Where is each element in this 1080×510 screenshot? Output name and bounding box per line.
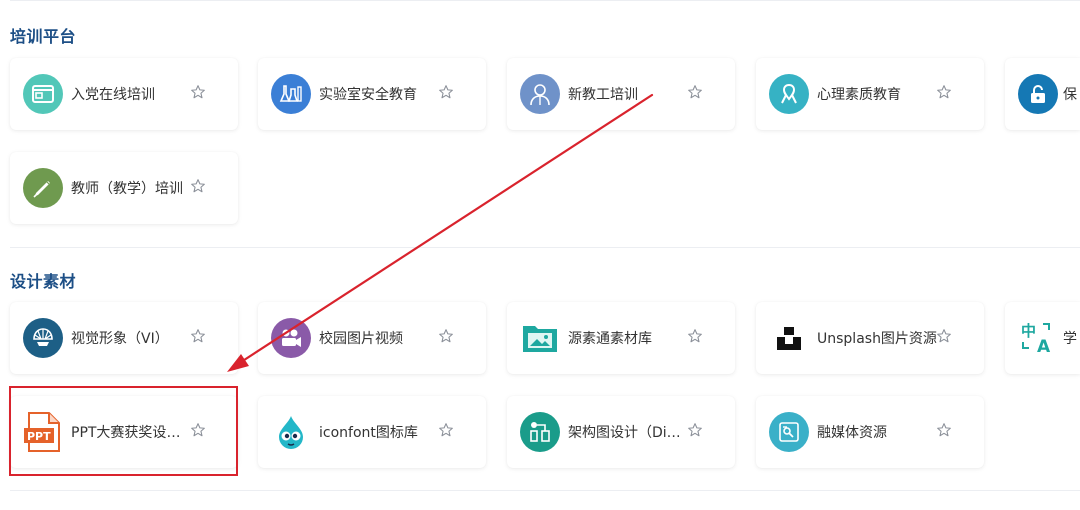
favorite-star-icon[interactable] [687, 328, 703, 344]
favorite-star-icon[interactable] [438, 422, 454, 438]
card-label: 融媒体资源 [817, 425, 887, 441]
card-party-training[interactable]: 入党在线培训 [10, 58, 238, 130]
card-label: 源素通素材库 [568, 331, 652, 347]
card-label: Unsplash图片资源 [817, 331, 937, 347]
card-media-resources[interactable]: 融媒体资源 [756, 396, 984, 468]
section-title-design-assets: 设计素材 [10, 272, 77, 291]
card-label: 新教工培训 [568, 87, 638, 103]
favorite-star-icon[interactable] [190, 84, 206, 100]
card-label: 视觉形象（VI） [71, 331, 169, 347]
card-label: 架构图设计（Diagrams） [568, 425, 684, 441]
card-campus-photos-videos[interactable]: 校园图片视频 [258, 302, 486, 374]
top-divider [10, 0, 1080, 1]
card-lab-safety[interactable]: 实验室安全教育 [258, 58, 486, 130]
card-iconfont[interactable]: iconfont图标库 [258, 396, 486, 468]
card-label: 校园图片视频 [319, 331, 403, 347]
card-material-library[interactable]: 源素通素材库 [507, 302, 735, 374]
camera-video-icon [271, 318, 311, 358]
favorite-star-icon[interactable] [936, 422, 952, 438]
svg-text:A: A [1037, 337, 1051, 356]
lab-flask-icon [271, 74, 311, 114]
iconfont-mascot-icon [271, 412, 311, 452]
favorite-star-icon[interactable] [190, 328, 206, 344]
favorite-star-icon[interactable] [438, 328, 454, 344]
card-new-staff-training[interactable]: 新教工培训 [507, 58, 735, 130]
shell-emblem-icon [23, 318, 63, 358]
card-visual-identity[interactable]: 视觉形象（VI） [10, 302, 238, 374]
folder-image-icon [520, 318, 560, 358]
favorite-star-icon[interactable] [936, 328, 952, 344]
card-label: 教师（教学）培训 [71, 181, 183, 197]
card-unsplash[interactable]: Unsplash图片资源 [756, 302, 984, 374]
section-divider [10, 247, 1080, 248]
card-label: 实验室安全教育 [319, 87, 417, 103]
lock-icon [1018, 74, 1058, 114]
media-resource-icon [769, 412, 809, 452]
card-label: 心理素质教育 [817, 87, 901, 103]
card-architecture-diagrams[interactable]: 架构图设计（Diagrams） [507, 396, 735, 468]
highlight-box [9, 386, 238, 476]
card-label: iconfont图标库 [319, 425, 418, 441]
pen-icon [23, 168, 63, 208]
card-label: 学 [1063, 331, 1077, 347]
favorite-star-icon[interactable] [687, 84, 703, 100]
card-psychology-education[interactable]: 心理素质教育 [756, 58, 984, 130]
favorite-star-icon[interactable] [687, 422, 703, 438]
browser-window-icon [23, 74, 63, 114]
unsplash-logo-icon [769, 318, 809, 358]
section-title-training: 培训平台 [10, 27, 77, 46]
architecture-diagram-icon [520, 412, 560, 452]
favorite-star-icon[interactable] [438, 84, 454, 100]
translate-icon: 中A [1018, 318, 1058, 358]
card-label: 保 [1063, 87, 1077, 103]
card-security-partial[interactable]: 保 [1005, 58, 1080, 130]
card-academic-partial[interactable]: 中A 学 [1005, 302, 1080, 374]
card-teacher-training[interactable]: 教师（教学）培训 [10, 152, 238, 224]
teacher-person-icon [520, 74, 560, 114]
favorite-star-icon[interactable] [936, 84, 952, 100]
card-label: 入党在线培训 [71, 87, 155, 103]
favorite-star-icon[interactable] [190, 178, 206, 194]
ribbon-icon [769, 74, 809, 114]
svg-text:中: 中 [1021, 322, 1036, 340]
bottom-divider [10, 490, 1080, 491]
